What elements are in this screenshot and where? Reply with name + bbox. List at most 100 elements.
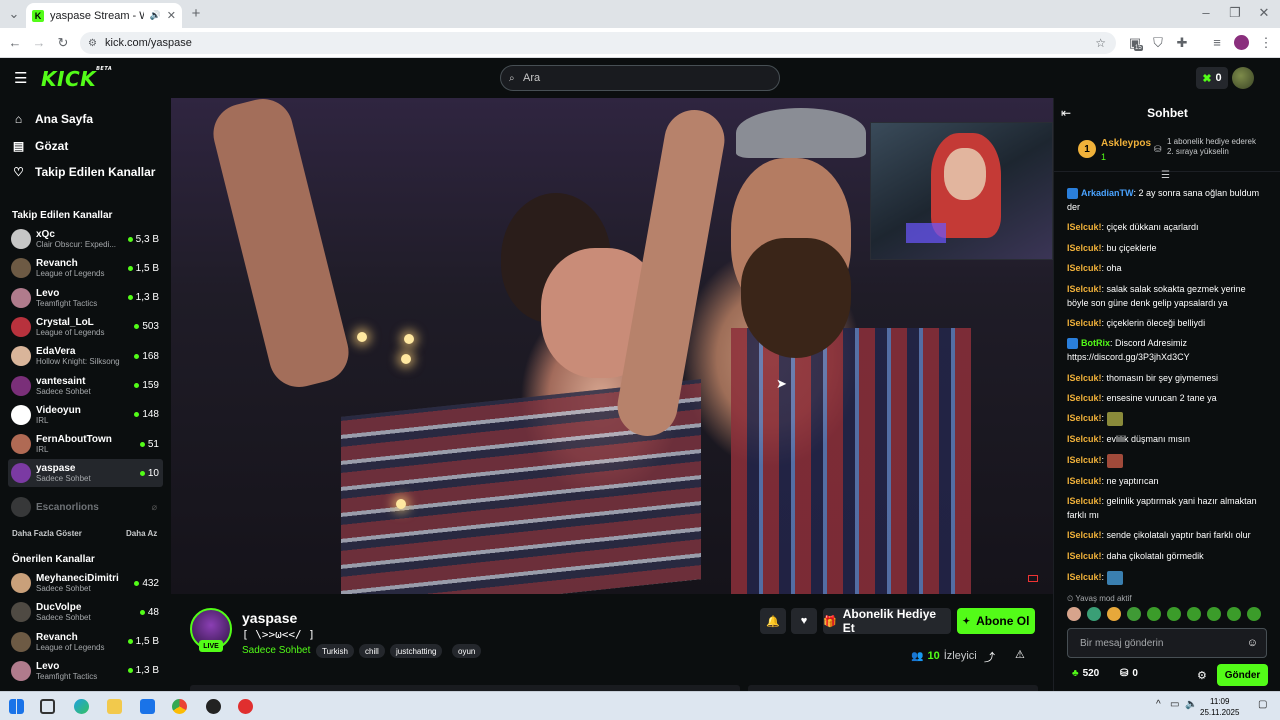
start-icon[interactable] bbox=[9, 699, 24, 714]
notification-bell-button[interactable]: 🔔 bbox=[760, 608, 786, 634]
chat-username[interactable]: ISelcuk! bbox=[1067, 373, 1102, 383]
channel-item[interactable]: Crystal_LoL League of Legends 503 bbox=[8, 313, 163, 341]
emoji-picker-icon[interactable]: ☺ bbox=[1247, 637, 1258, 649]
forward-icon[interactable]: → bbox=[31, 35, 47, 50]
chat-username[interactable]: ISelcuk! bbox=[1067, 263, 1102, 273]
channel-item[interactable]: Revanch League of Legends 1,5 B bbox=[8, 628, 163, 656]
edge-icon[interactable] bbox=[74, 699, 89, 714]
chat-username[interactable]: ISelcuk! bbox=[1067, 530, 1102, 540]
channel-item[interactable]: yaspase Sadece Sohbet 10 bbox=[8, 459, 163, 488]
chat-message-input[interactable]: Bir mesaj gönderin ☺ bbox=[1067, 628, 1267, 658]
mail-icon[interactable] bbox=[140, 699, 155, 714]
gift-subscription-button[interactable]: 🎁 Abonelik Hediye Et bbox=[823, 607, 951, 635]
send-message-button[interactable]: Gönder bbox=[1217, 664, 1268, 686]
new-tab-icon[interactable]: + bbox=[188, 5, 204, 22]
emote-icon[interactable] bbox=[1167, 607, 1181, 621]
notification-icon[interactable]: ▢ bbox=[1258, 699, 1267, 710]
chrome-icon[interactable] bbox=[172, 699, 187, 714]
app-icon[interactable] bbox=[238, 699, 253, 714]
search-input[interactable]: ⌕ Ara bbox=[500, 65, 780, 91]
task-view-icon[interactable] bbox=[40, 699, 55, 714]
chat-username[interactable]: BotRix bbox=[1081, 338, 1110, 348]
tab-audio-icon[interactable]: 🔊 bbox=[150, 10, 161, 21]
emote-icon[interactable] bbox=[1227, 607, 1241, 621]
window-close-icon[interactable]: ✕ bbox=[1256, 5, 1272, 21]
channel-item[interactable]: Revanch League of Legends 1,5 B bbox=[8, 254, 163, 282]
channel-item[interactable]: Videoyun IRL 148 bbox=[8, 401, 163, 429]
chat-username[interactable]: ISelcuk! bbox=[1067, 393, 1102, 403]
emote-icon[interactable] bbox=[1187, 607, 1201, 621]
back-icon[interactable]: ← bbox=[7, 35, 23, 50]
nav-home[interactable]: ⌂ Ana Sayfa bbox=[12, 112, 93, 126]
obs-icon[interactable] bbox=[206, 699, 221, 714]
stream-tag[interactable]: Turkish bbox=[316, 644, 354, 658]
reload-icon[interactable]: ↻ bbox=[55, 35, 71, 51]
chat-username[interactable]: ISelcuk! bbox=[1067, 318, 1102, 328]
shield-extension-icon[interactable]: ⛉ bbox=[1150, 35, 1166, 51]
chat-username[interactable]: ISelcuk! bbox=[1067, 243, 1102, 253]
chat-username[interactable]: ISelcuk! bbox=[1067, 572, 1102, 582]
stream-tag[interactable]: chill bbox=[359, 644, 385, 658]
emote-icon[interactable] bbox=[1207, 607, 1221, 621]
media-control-icon[interactable]: ≡ bbox=[1209, 35, 1225, 50]
extensions-puzzle-icon[interactable]: ✚ bbox=[1174, 35, 1190, 51]
chrome-menu-icon[interactable]: ⋮ bbox=[1258, 35, 1274, 51]
file-explorer-icon[interactable] bbox=[107, 699, 122, 714]
offline-channel[interactable]: Escanorlions ⌀ bbox=[8, 493, 163, 521]
nav-following[interactable]: ♡ Takip Edilen Kanallar bbox=[12, 165, 155, 179]
streamer-name[interactable]: yaspase bbox=[242, 610, 297, 626]
channel-item[interactable]: Levo Teamfight Tactics 1,3 B bbox=[8, 284, 163, 312]
emote-icon[interactable] bbox=[1147, 607, 1161, 621]
stream-category[interactable]: Sadece Sohbet bbox=[242, 645, 310, 656]
chat-username[interactable]: ISelcuk! bbox=[1067, 455, 1102, 465]
channel-item[interactable]: EdaVera Hollow Knight: Silksong 168 bbox=[8, 342, 163, 370]
tray-chevron-icon[interactable]: ^ bbox=[1156, 699, 1161, 710]
emote-icon[interactable] bbox=[1107, 607, 1121, 621]
minimize-icon[interactable]: – bbox=[1198, 5, 1214, 20]
emote-icon[interactable] bbox=[1247, 607, 1261, 621]
channel-item[interactable]: FernAboutTown IRL 51 bbox=[8, 430, 163, 458]
site-info-icon[interactable]: ⚙ bbox=[88, 38, 97, 49]
nav-browse[interactable]: ▤ Gözat bbox=[12, 139, 69, 153]
chat-username[interactable]: ISelcuk! bbox=[1067, 413, 1102, 423]
chat-username[interactable]: ISelcuk! bbox=[1067, 476, 1102, 486]
kick-coins-button[interactable]: ✖ 0 bbox=[1196, 67, 1228, 89]
channel-points[interactable]: ♣ 520 bbox=[1072, 668, 1099, 679]
chat-username[interactable]: ISelcuk! bbox=[1067, 222, 1102, 232]
show-less-link[interactable]: Daha Az bbox=[126, 529, 157, 538]
tab-close-icon[interactable]: ✕ bbox=[167, 9, 176, 22]
follow-button[interactable]: ♥ bbox=[791, 608, 817, 634]
address-bar[interactable]: ⚙ kick.com/yaspase ☆ bbox=[80, 32, 1116, 54]
emote-icon[interactable] bbox=[1127, 607, 1141, 621]
network-icon[interactable]: ▭ bbox=[1170, 699, 1179, 710]
user-avatar[interactable] bbox=[1232, 67, 1254, 89]
volume-icon[interactable]: 🔈 bbox=[1185, 699, 1197, 710]
browser-tab[interactable]: K yaspase Stream - Watch Liv 🔊 ✕ bbox=[26, 3, 182, 28]
tab-search-icon[interactable]: ⌄ bbox=[6, 6, 22, 22]
menu-hamburger-icon[interactable]: ☰ bbox=[14, 69, 27, 87]
stream-tag[interactable]: justchatting bbox=[390, 644, 443, 658]
video-player[interactable]: ➤ bbox=[171, 98, 1053, 594]
chat-username[interactable]: ArkadianTW bbox=[1081, 188, 1134, 198]
filter-icon[interactable]: ☰ bbox=[1161, 170, 1170, 181]
report-icon[interactable]: ⚠ bbox=[1015, 648, 1025, 661]
bookmark-star-icon[interactable]: ☆ bbox=[1095, 36, 1106, 50]
channel-item[interactable]: MeyhaneciDimitri Sadece Sohbet 432 bbox=[8, 569, 163, 597]
show-more-link[interactable]: Daha Fazla Göster bbox=[12, 529, 82, 538]
channel-item[interactable]: Levo Teamfight Tactics 1,3 B bbox=[8, 657, 163, 685]
chat-settings-icon[interactable]: ⚙ bbox=[1197, 669, 1207, 682]
gift-count[interactable]: ⛁ 0 bbox=[1120, 668, 1138, 679]
channel-item[interactable]: vantesaint Sadece Sohbet 159 bbox=[8, 372, 163, 400]
chat-username[interactable]: ISelcuk! bbox=[1067, 434, 1102, 444]
kick-logo[interactable]: KICKBETA bbox=[41, 66, 112, 91]
share-icon[interactable]: ⤴ bbox=[984, 649, 995, 665]
system-clock[interactable]: 11:09 25.11.2025 bbox=[1200, 696, 1239, 718]
chat-username[interactable]: ISelcuk! bbox=[1067, 496, 1102, 506]
channel-item[interactable]: DucVolpe Sadece Sohbet 48 bbox=[8, 598, 163, 626]
maximize-icon[interactable]: ❐ bbox=[1227, 5, 1243, 21]
channel-item[interactable]: xQc Clair Obscur: Expedi... 5,3 B bbox=[8, 225, 163, 253]
stream-tag[interactable]: oyun bbox=[452, 644, 482, 658]
emote-icon[interactable] bbox=[1067, 607, 1081, 621]
leader-username[interactable]: Askleypos bbox=[1101, 138, 1151, 149]
emote-icon[interactable] bbox=[1087, 607, 1101, 621]
